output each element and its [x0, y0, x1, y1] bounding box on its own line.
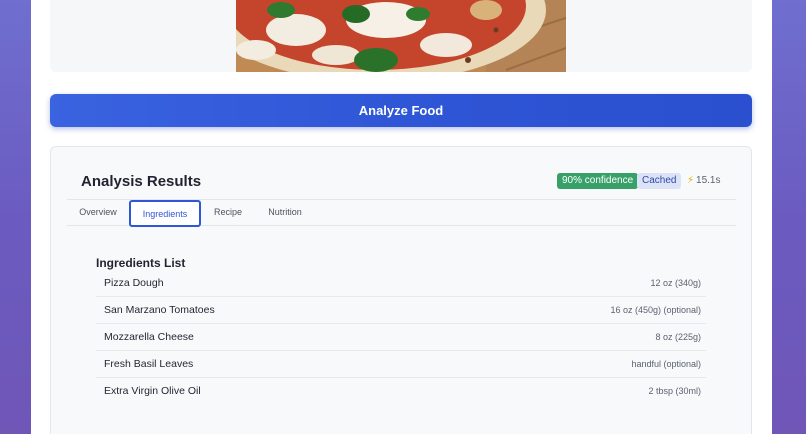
tab-overview[interactable]: Overview — [71, 200, 125, 227]
lightning-icon: ⚡ — [687, 175, 695, 186]
ingredient-quantity: 2 tbsp (30ml) — [648, 386, 701, 396]
analyze-food-button[interactable]: Analyze Food — [50, 94, 752, 127]
ingredient-quantity: handful (optional) — [631, 359, 701, 369]
image-preview-area — [50, 0, 752, 72]
ingredient-row: Pizza Dough 12 oz (340g) — [96, 270, 706, 297]
ingredient-quantity: 8 oz (225g) — [655, 332, 701, 342]
processing-time-value: 15.1s — [696, 175, 721, 186]
results-title: Analysis Results — [81, 173, 202, 190]
ingredient-row: Fresh Basil Leaves handful (optional) — [96, 351, 706, 378]
food-photo — [236, 0, 566, 72]
ingredient-row: San Marzano Tomatoes 16 oz (450g) (optio… — [96, 297, 706, 324]
ingredient-quantity: 12 oz (340g) — [650, 278, 701, 288]
results-tabs: Overview Ingredients Recipe Nutrition — [67, 199, 736, 227]
ingredient-name: Pizza Dough — [104, 277, 164, 289]
ingredient-name: Extra Virgin Olive Oil — [104, 385, 201, 397]
ingredient-row: Mozzarella Cheese 8 oz (225g) — [96, 324, 706, 351]
processing-time: ⚡ 15.1s — [687, 175, 721, 186]
tab-nutrition[interactable]: Nutrition — [260, 200, 310, 227]
ingredient-name: Mozzarella Cheese — [104, 331, 194, 343]
confidence-badge: 90% confidence — [557, 173, 639, 189]
ingredient-quantity: 16 oz (450g) (optional) — [610, 305, 701, 315]
ingredient-row: Extra Virgin Olive Oil 2 tbsp (30ml) — [96, 378, 706, 405]
ingredient-name: San Marzano Tomatoes — [104, 304, 215, 316]
tab-recipe[interactable]: Recipe — [207, 200, 249, 227]
ingredients-list: Pizza Dough 12 oz (340g) San Marzano Tom… — [96, 270, 706, 405]
tab-ingredients[interactable]: Ingredients — [129, 200, 201, 227]
analysis-results-panel: Analysis Results 90% confidence Cached ⚡… — [50, 146, 752, 434]
ingredients-list-title: Ingredients List — [96, 256, 186, 270]
ingredient-name: Fresh Basil Leaves — [104, 358, 194, 370]
main-card: Analyze Food Analysis Results 90% confid… — [31, 0, 772, 434]
cached-badge: Cached — [637, 173, 682, 189]
